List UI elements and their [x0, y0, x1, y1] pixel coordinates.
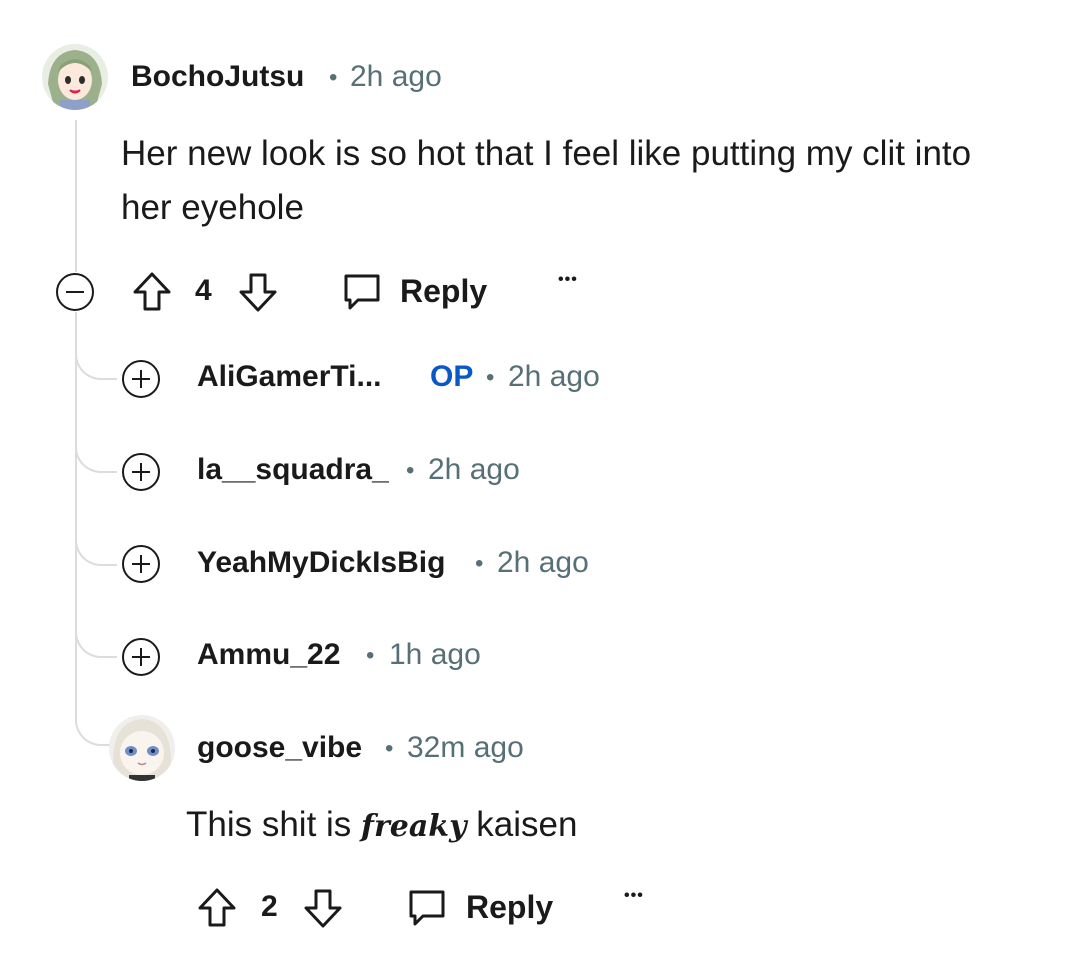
thread-elbow [75, 692, 113, 746]
comment-body: Her new look is so hot that I feel like … [121, 134, 972, 227]
reply-body-text: kaisen [476, 805, 578, 844]
thread-elbow [75, 332, 117, 380]
reply-timestamp[interactable]: 2h ago [497, 546, 589, 580]
reply-button[interactable]: Reply [406, 886, 556, 930]
score: 4 [195, 274, 212, 307]
thread-elbow [75, 610, 117, 658]
expand-reply-button[interactable] [122, 360, 160, 398]
reply-label: Reply [400, 273, 488, 309]
meta-separator: • [475, 550, 484, 577]
upvote-icon[interactable] [197, 887, 237, 934]
meta-separator: • [486, 364, 495, 391]
reply-label: Reply [466, 889, 554, 925]
more-options-button[interactable]: ••• [624, 887, 644, 905]
upvote-icon[interactable] [132, 271, 172, 318]
reply-username[interactable]: la__squadra_ [197, 453, 389, 487]
meta-separator: • [385, 735, 394, 762]
reply-username[interactable]: AliGamerTi... [197, 360, 382, 394]
thread-line-main [75, 120, 77, 272]
more-options-button[interactable]: ••• [558, 271, 578, 289]
op-badge: OP [430, 360, 474, 393]
score: 2 [261, 890, 278, 923]
avatar[interactable] [42, 44, 108, 110]
comment-username[interactable]: BochoJutsu [131, 60, 304, 94]
reply-body: This shit is freaky kaisen [186, 798, 577, 854]
downvote-icon[interactable] [238, 271, 278, 318]
reply-username[interactable]: YeahMyDickIsBig [197, 546, 445, 580]
expand-reply-button[interactable] [122, 638, 160, 676]
reply-timestamp[interactable]: 32m ago [407, 731, 524, 765]
reply-body-styled-word: freaky [361, 809, 467, 844]
thread-elbow [75, 425, 117, 473]
reply-button[interactable]: Reply [341, 270, 491, 314]
reply-timestamp[interactable]: 1h ago [389, 638, 481, 672]
collapse-thread-button[interactable] [56, 273, 94, 311]
reply-body-text: This shit is [186, 805, 352, 844]
reply-timestamp[interactable]: 2h ago [428, 453, 520, 487]
reply-username[interactable]: Ammu_22 [197, 638, 340, 672]
comment-bubble-icon [344, 274, 380, 310]
comment-bubble-icon [409, 890, 445, 926]
meta-separator: • [366, 642, 375, 669]
downvote-icon[interactable] [303, 887, 343, 934]
meta-separator: • [329, 64, 338, 91]
expand-reply-button[interactable] [122, 545, 160, 583]
meta-separator: • [406, 457, 415, 484]
reply-timestamp[interactable]: 2h ago [508, 360, 600, 394]
avatar[interactable] [109, 715, 175, 781]
expand-reply-button[interactable] [122, 453, 160, 491]
comment-timestamp[interactable]: 2h ago [350, 60, 442, 94]
reply-username[interactable]: goose_vibe [197, 731, 362, 765]
thread-elbow [75, 518, 117, 566]
